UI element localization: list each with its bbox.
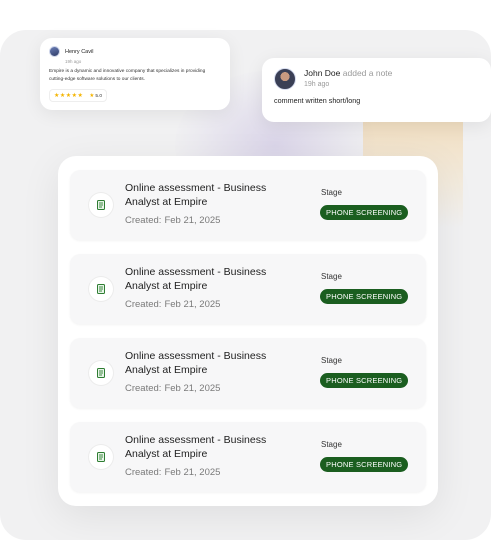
- note-action: added a note: [342, 68, 393, 78]
- note-author: John Doe: [304, 68, 341, 78]
- assessment-list: Online assessment - Business Analyst at …: [70, 170, 426, 492]
- assessment-card[interactable]: Online assessment - Business Analyst at …: [70, 254, 426, 324]
- assessment-created: Created: Feb 21, 2025: [125, 383, 221, 394]
- stage-badge: PHONE SCREENING: [320, 205, 409, 220]
- assessment-created: Created: Feb 21, 2025: [125, 215, 221, 226]
- rating-score: ★5.0: [89, 93, 102, 99]
- stage-badge: PHONE SCREENING: [320, 457, 409, 472]
- note-body: comment written short/long: [274, 96, 361, 105]
- rating-row: ★★★★★ ★5.0: [49, 89, 108, 102]
- avatar: [49, 46, 60, 57]
- assessment-created: Created: Feb 21, 2025: [125, 467, 221, 478]
- stage-badge: PHONE SCREENING: [320, 289, 409, 304]
- review-text: Empire is a dynamic and innovative compa…: [49, 69, 206, 82]
- review-time: 19h ago: [65, 59, 82, 64]
- avatar: [274, 68, 296, 90]
- stage-label: Stage: [321, 272, 342, 281]
- rating-score-value: 5.0: [95, 93, 103, 99]
- stage-badge: PHONE SCREENING: [320, 373, 409, 388]
- reviewer-name: Henry Cavil: [65, 48, 94, 55]
- assessment-card[interactable]: Online assessment - Business Analyst at …: [70, 170, 426, 240]
- assessment-card[interactable]: Online assessment - Business Analyst at …: [70, 338, 426, 408]
- stage-label: Stage: [321, 188, 342, 197]
- assessment-created: Created: Feb 21, 2025: [125, 299, 221, 310]
- assessment-card[interactable]: Online assessment - Business Analyst at …: [70, 422, 426, 492]
- document-icon: [89, 445, 113, 469]
- review-card: Henry Cavil 19h ago Empire is a dynamic …: [40, 38, 230, 110]
- assessment-title: Online assessment - Business Analyst at …: [125, 350, 267, 376]
- note-card: John Doe added a note 19h ago comment wr…: [262, 58, 491, 122]
- rating-stars: ★★★★★: [54, 93, 84, 99]
- note-time: 19h ago: [304, 81, 330, 88]
- assessment-title: Online assessment - Business Analyst at …: [125, 434, 267, 460]
- document-icon: [89, 193, 113, 217]
- stage-label: Stage: [321, 356, 342, 365]
- document-icon: [89, 277, 113, 301]
- star-icon: ★: [89, 92, 95, 99]
- stage-label: Stage: [321, 440, 342, 449]
- assessment-title: Online assessment - Business Analyst at …: [125, 266, 267, 292]
- document-icon: [89, 361, 113, 385]
- assessment-title: Online assessment - Business Analyst at …: [125, 182, 267, 208]
